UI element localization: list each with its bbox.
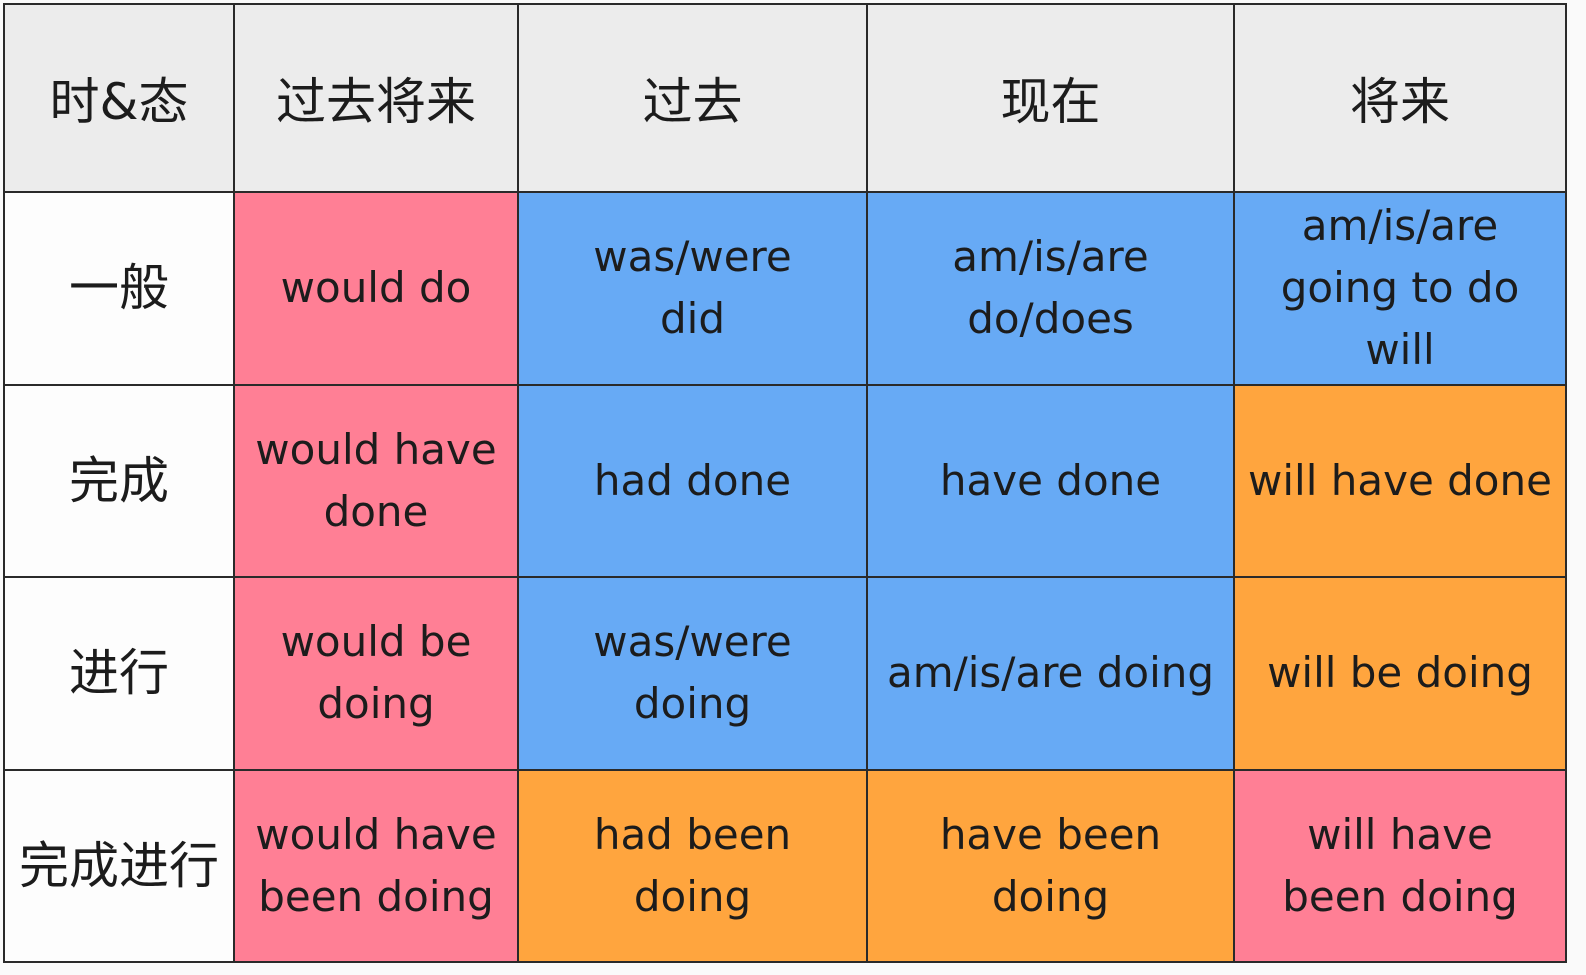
tense-cell: have done [866,383,1235,578]
tense-form-text: would be [280,617,472,667]
tense-form-text: doing [633,679,752,729]
tense-form-text: am/is/are doing [886,648,1215,698]
tense-form-text: do/does [967,294,1134,344]
tense-cell: am/is/are do/does [866,191,1235,386]
tense-cell: was/were did [517,191,868,386]
tense-cell: would have been doing [233,768,519,963]
header-past-future: 过去将来 [233,3,519,193]
tense-form-text: going to do [1280,263,1520,313]
tense-form-text: had been [593,809,792,859]
tense-form-text: been doing [1282,871,1518,921]
tense-form-text: will [1365,325,1435,375]
tense-cell: would do [233,191,519,386]
tense-cell: would have done [233,383,519,578]
row-label-simple: 一般 [3,191,235,386]
tense-cell: had been doing [517,768,868,963]
tense-cell: had done [517,383,868,578]
tense-form-text: doing [317,679,435,729]
tense-form-text: will be doing [1267,648,1533,698]
table-row: 一般 would do was/were did am/is/are do/does… [3,191,1567,386]
row-label-progressive: 进行 [3,576,235,771]
tense-form-text: doing [633,871,752,921]
tense-form-text: did [660,294,725,344]
tense-cell: will have been doing [1233,768,1567,963]
tense-form-text: am/is/are [952,232,1149,282]
header-future: 将来 [1233,3,1567,193]
header-corner: 时&态 [3,3,235,193]
tense-form-text: will have done [1248,455,1552,505]
tense-form-text: had done [593,455,792,505]
tense-cell: have been doing [866,768,1235,963]
tense-form-text: was/were [593,232,792,282]
header-past: 过去 [517,3,868,193]
row-label-perfect-progressive: 完成进行 [3,768,235,963]
tense-cell: am/is/are going to do will [1233,191,1567,386]
row-label-perfect: 完成 [3,383,235,578]
tense-cell: will have done [1233,383,1567,578]
tense-form-text: been doing [258,871,494,921]
table-row: 完成 would have done had done have done wil… [3,383,1567,578]
tense-table-container: 时&态 过去将来 过去 现在 将来 一般 would do was/were di… [0,0,1586,975]
tense-cell: would be doing [233,576,519,771]
tense-form-text: would have [255,424,497,474]
table-row: 进行 would be doing was/were doing am/is/are… [3,576,1567,771]
tense-form-text: will have [1307,809,1493,859]
tense-cell: was/were doing [517,576,868,771]
tense-form-text: done [323,486,429,536]
tense-form-text: doing [991,871,1110,921]
tense-form-text: am/is/are [1301,201,1499,251]
tense-form-text: have been [939,809,1162,859]
header-present: 现在 [866,3,1235,193]
tense-cell: will be doing [1233,576,1567,771]
tense-form-text: was/were [593,617,792,667]
tense-form-text: have done [939,455,1162,505]
header-row: 时&态 过去将来 过去 现在 将来 [3,3,1567,193]
tense-form-text: would do [280,263,472,313]
table-row: 完成进行 would have been doing had been doing … [3,768,1567,963]
tense-cell: am/is/are doing [866,576,1235,771]
tense-table: 时&态 过去将来 过去 现在 将来 一般 would do was/were di… [3,3,1567,963]
tense-form-text: would have [255,809,497,859]
